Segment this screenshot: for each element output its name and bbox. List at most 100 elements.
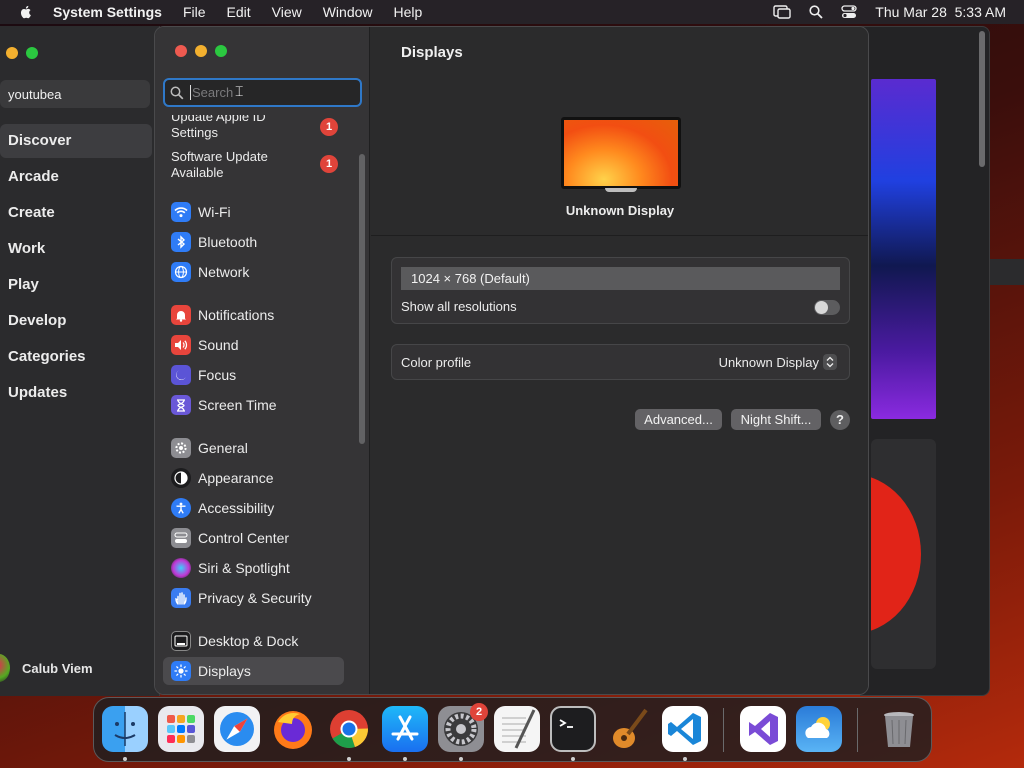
dock-weather[interactable] bbox=[796, 706, 842, 752]
dock-app-store[interactable] bbox=[382, 706, 428, 752]
hand-icon bbox=[171, 588, 191, 608]
control-center-icon[interactable] bbox=[841, 5, 857, 19]
menu-clock[interactable]: Thu Mar 28 5:33 AM bbox=[875, 4, 1006, 20]
minimize-button[interactable] bbox=[195, 45, 207, 57]
avatar bbox=[0, 654, 10, 682]
sidebar-item-general[interactable]: General bbox=[163, 434, 344, 462]
sidebar-item-label: Appearance bbox=[198, 470, 274, 486]
user-name: Calub Viem bbox=[22, 660, 93, 676]
sidebar-item-wifi[interactable]: Wi-Fi bbox=[163, 198, 344, 226]
notice-apple-id[interactable]: Update Apple ID Settings 1 bbox=[171, 115, 341, 141]
sidebar-item-label: Network bbox=[198, 264, 250, 280]
color-profile-popup[interactable]: Unknown Display bbox=[719, 354, 837, 370]
zoom-button[interactable] bbox=[215, 45, 227, 57]
sidebar-item-label: Sound bbox=[198, 337, 239, 353]
bluetooth-icon bbox=[171, 232, 191, 252]
nav-discover[interactable]: Discover bbox=[0, 124, 152, 158]
account-button[interactable]: Calub Viem bbox=[0, 654, 93, 682]
control-center-icon bbox=[171, 528, 191, 548]
dock-firefox[interactable] bbox=[270, 706, 316, 752]
sidebar-item-accessibility[interactable]: Accessibility bbox=[163, 494, 344, 522]
show-all-resolutions-toggle[interactable] bbox=[814, 300, 840, 315]
sidebar-item-label: Screen Time bbox=[198, 397, 277, 413]
sidebar-item-control-center[interactable]: Control Center bbox=[163, 524, 344, 552]
sidebar-item-displays[interactable]: Displays bbox=[163, 657, 344, 685]
dock-icon bbox=[171, 631, 191, 651]
display-name: Unknown Display bbox=[565, 203, 675, 218]
gear-icon bbox=[171, 438, 191, 458]
search-placeholder: Search bbox=[190, 85, 234, 100]
close-button[interactable] bbox=[175, 45, 187, 57]
dock-visual-studio[interactable] bbox=[740, 706, 786, 752]
moon-icon bbox=[171, 365, 191, 385]
sidebar-scrollbar[interactable] bbox=[359, 154, 365, 444]
nav-updates[interactable]: Updates bbox=[0, 376, 152, 410]
resolution-option-default[interactable]: 1024 × 768 (Default) bbox=[401, 267, 840, 290]
menu-help[interactable]: Help bbox=[394, 4, 423, 20]
dock: 2 bbox=[93, 697, 932, 762]
text-cursor-icon: ⌶ bbox=[235, 83, 244, 99]
settings-sidebar: Search ⌶ Update Apple ID Settings 1 Soft… bbox=[155, 27, 370, 694]
nav-work[interactable]: Work bbox=[0, 232, 152, 266]
screen-mirroring-icon[interactable] bbox=[773, 5, 791, 19]
sidebar-item-label: Siri & Spotlight bbox=[198, 560, 290, 576]
dock-terminal[interactable] bbox=[550, 706, 596, 752]
dock-vscode[interactable] bbox=[662, 706, 708, 752]
menu-edit[interactable]: Edit bbox=[227, 4, 251, 20]
sidebar-item-label: General bbox=[198, 440, 248, 456]
sidebar-item-notifications[interactable]: Notifications bbox=[163, 301, 344, 329]
dock-chrome[interactable] bbox=[326, 706, 372, 752]
sidebar-item-label: Desktop & Dock bbox=[198, 633, 299, 649]
sidebar-item-privacy-security[interactable]: Privacy & Security bbox=[163, 584, 344, 612]
background-window bbox=[860, 26, 1024, 696]
zoom-button[interactable] bbox=[26, 47, 38, 59]
sidebar-item-label: Displays bbox=[198, 663, 251, 679]
accessibility-icon bbox=[171, 498, 191, 518]
menu-window[interactable]: Window bbox=[323, 4, 373, 20]
nav-develop[interactable]: Develop bbox=[0, 304, 152, 338]
dock-safari[interactable] bbox=[214, 706, 260, 752]
nav-create[interactable]: Create bbox=[0, 196, 152, 230]
notice-badge: 1 bbox=[320, 118, 338, 136]
display-thumbnail[interactable] bbox=[561, 117, 681, 189]
dock-settings-badge: 2 bbox=[470, 703, 488, 721]
dock-launchpad[interactable] bbox=[158, 706, 204, 752]
settings-search-input[interactable]: Search ⌶ bbox=[163, 78, 362, 107]
sidebar-item-desktop-dock[interactable]: Desktop & Dock bbox=[163, 627, 344, 655]
app-store-search-input[interactable]: youtubea bbox=[0, 80, 150, 108]
sidebar-item-focus[interactable]: Focus bbox=[163, 361, 344, 389]
menu-app-name[interactable]: System Settings bbox=[53, 4, 162, 20]
notice-software-update[interactable]: Software Update Available 1 bbox=[171, 149, 341, 181]
scrollbar[interactable] bbox=[979, 31, 985, 167]
nav-arcade[interactable]: Arcade bbox=[0, 160, 152, 194]
minimize-button[interactable] bbox=[6, 47, 18, 59]
dock-trash[interactable] bbox=[876, 706, 922, 752]
dock-finder[interactable] bbox=[102, 706, 148, 752]
sidebar-item-appearance[interactable]: Appearance bbox=[163, 464, 344, 492]
nav-play[interactable]: Play bbox=[0, 268, 152, 302]
sidebar-item-network[interactable]: Network bbox=[163, 258, 344, 286]
menu-bar: System Settings File Edit View Window He… bbox=[0, 0, 1024, 24]
dock-textedit[interactable] bbox=[494, 706, 540, 752]
apple-logo-icon[interactable] bbox=[18, 4, 34, 20]
nav-categories[interactable]: Categories bbox=[0, 340, 152, 374]
sidebar-item-label: Notifications bbox=[198, 307, 275, 323]
spotlight-search-icon[interactable] bbox=[809, 5, 823, 19]
sidebar-item-label: Focus bbox=[198, 367, 237, 383]
dock-garageband[interactable] bbox=[606, 706, 652, 752]
sidebar-item-label: Accessibility bbox=[198, 500, 275, 516]
sidebar-item-screen-time[interactable]: Screen Time bbox=[163, 391, 344, 419]
sidebar-item-sound[interactable]: Sound bbox=[163, 331, 344, 359]
window-controls bbox=[6, 47, 46, 59]
window-controls bbox=[175, 45, 235, 57]
show-all-resolutions-label: Show all resolutions bbox=[401, 299, 517, 314]
menu-file[interactable]: File bbox=[183, 4, 206, 20]
help-button[interactable]: ? bbox=[830, 410, 850, 430]
sidebar-item-label: Bluetooth bbox=[198, 234, 258, 250]
sidebar-item-bluetooth[interactable]: Bluetooth bbox=[163, 228, 344, 256]
menu-view[interactable]: View bbox=[272, 4, 302, 20]
monitor-stand bbox=[605, 188, 637, 192]
advanced-button[interactable]: Advanced... bbox=[635, 409, 722, 430]
night-shift-button[interactable]: Night Shift... bbox=[731, 409, 821, 430]
sidebar-item-siri-spotlight[interactable]: Siri & Spotlight bbox=[163, 554, 344, 582]
